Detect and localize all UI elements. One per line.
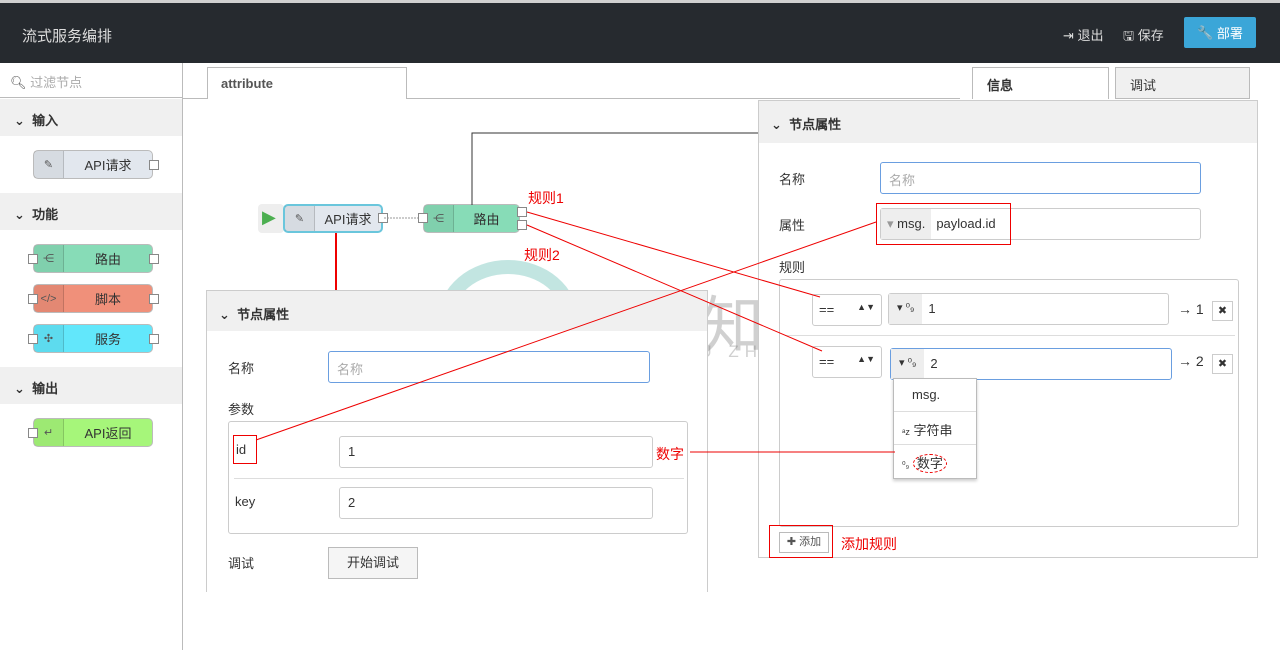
category-label: 输出 (32, 381, 59, 396)
app-title: 流式服务编排 (22, 28, 113, 45)
code-icon: </> (34, 285, 64, 312)
annotation-rule1: 规则1 (528, 190, 564, 206)
panel-title: 节点属性 (789, 117, 842, 132)
wrench-icon: 🔧 (1197, 24, 1214, 40)
dropdown-option-string[interactable]: ᵃz 字符串 (894, 412, 976, 445)
tab-attribute[interactable]: attribute (207, 67, 407, 99)
node-label: 路由 (94, 252, 121, 267)
rule-value-input[interactable]: ▾ ⁰₉ 1 (888, 293, 1169, 325)
annotation-rule2: 规则2 (524, 247, 560, 263)
panel-header[interactable]: ⌄ 节点属性 (207, 291, 707, 331)
palette-node-script[interactable]: </> 脚本 (33, 284, 153, 313)
node-label: 服务 (94, 332, 121, 347)
type-dropdown: msg. ᵃz 字符串 ⁰₉ 数字 (893, 378, 977, 479)
tab-info[interactable]: 信息 (972, 67, 1109, 99)
palette-node-service[interactable]: ✣ 服务 (33, 324, 153, 353)
right-properties-panel: ⌄ 节点属性 名称 名称 属性 ▾ msg. payload.id 规则 == ▲▼… (758, 100, 1258, 558)
param-key: key (235, 494, 256, 509)
tab-debug[interactable]: 调试 (1115, 67, 1250, 99)
dropdown-option-number[interactable]: ⁰₉ 数字 (894, 445, 976, 478)
operator-select[interactable]: == ▲▼ (812, 294, 882, 326)
category-output[interactable]: ⌄ 输出 (0, 367, 182, 404)
node-label: 脚本 (94, 292, 121, 307)
input-port[interactable] (28, 294, 38, 304)
category-function[interactable]: ⌄ 功能 (0, 193, 182, 230)
name-label: 名称 (228, 361, 255, 376)
add-rule-button[interactable]: ✚ 添加 (779, 532, 829, 553)
share-icon: ⋲ (424, 205, 454, 232)
output-port-1[interactable] (517, 207, 527, 217)
debug-label: 调试 (228, 556, 255, 571)
input-port[interactable] (28, 254, 38, 264)
logout-label: 退出 (1077, 28, 1104, 43)
rules-label: 规则 (779, 260, 806, 275)
rule-value-input[interactable]: ▾ ⁰₉ 2 (890, 348, 1172, 380)
left-properties-panel: ⌄ 节点属性 名称 名称 参数 id 1 key 2 调试 开始调试 (206, 290, 708, 592)
name-input[interactable]: 名称 (328, 351, 650, 383)
flow-node-router[interactable]: ⋲ 路由 (423, 204, 520, 233)
category-input[interactable]: ⌄ 输入 (0, 99, 182, 136)
node-palette: 🔍︎ 过滤节点 ⌄ 输入 ✎ API请求 ⌄ 功能 ⋲ 路由 </> 脚本 ✣ 服务 ⌄… (0, 63, 183, 650)
category-label: 功能 (32, 207, 59, 222)
category-label: 输入 (32, 113, 59, 128)
params-label: 参数 (228, 402, 255, 417)
panel-header[interactable]: ⌄ 节点属性 (759, 101, 1257, 143)
deploy-label: 部署 (1216, 26, 1243, 41)
panel-title: 节点属性 (237, 307, 290, 322)
name-label: 名称 (779, 172, 806, 187)
output-port[interactable] (378, 213, 388, 223)
palette-node-router[interactable]: ⋲ 路由 (33, 244, 153, 273)
param-key: id (233, 435, 257, 464)
return-icon: ↵ (34, 419, 64, 446)
save-button[interactable]: 🖫 保存 (1123, 25, 1164, 49)
flow-node-api-request[interactable]: ✎ API请求 (283, 204, 383, 233)
logout-button[interactable]: ⇥ 退出 (1063, 25, 1104, 44)
params-list: id 1 key 2 (228, 421, 688, 534)
search-icon: 🔍︎ (10, 75, 27, 90)
rules-list: == ▲▼ ▾ ⁰₉ 1 → 1 ✖ == ▲▼ ▾ ⁰₉ 2 → 2 ✖ msg. ᵃ… (779, 279, 1239, 527)
filter-placeholder: 过滤节点 (30, 75, 83, 90)
output-port[interactable] (149, 294, 159, 304)
header: 流式服务编排 ⇥ 退出 🖫 保存 🔧 部署 (0, 0, 1280, 63)
input-port[interactable] (28, 428, 38, 438)
node-label: API请求 (324, 212, 372, 227)
palette-node-api-return[interactable]: ↵ API返回 (33, 418, 153, 447)
param-value-input[interactable]: 2 (339, 487, 653, 519)
node-label: API请求 (84, 158, 132, 173)
output-port[interactable] (149, 254, 159, 264)
share-icon: ⋲ (34, 245, 64, 272)
edit-icon: ✎ (285, 206, 315, 231)
save-label: 保存 (1137, 28, 1164, 43)
name-placeholder: 名称 (889, 173, 916, 188)
rule-output: → 2 (1178, 353, 1204, 369)
dropdown-option-msg[interactable]: msg. (894, 379, 976, 412)
output-port[interactable] (149, 160, 159, 170)
deploy-button[interactable]: 🔧 部署 (1184, 17, 1256, 48)
param-value-input[interactable]: 1 (339, 436, 653, 468)
edit-icon: ✎ (34, 151, 64, 178)
inject-button[interactable]: ▶ (258, 204, 284, 233)
start-debug-button[interactable]: 开始调试 (328, 547, 418, 579)
property-label: 属性 (779, 218, 806, 233)
output-port-2[interactable] (517, 220, 527, 230)
node-label: API返回 (84, 426, 132, 441)
delete-rule-button[interactable]: ✖ (1212, 354, 1233, 374)
annotation-add-rule: 添加规则 (841, 536, 897, 552)
input-port[interactable] (418, 213, 428, 223)
delete-rule-button[interactable]: ✖ (1212, 301, 1233, 321)
service-icon: ✣ (34, 325, 64, 352)
name-input[interactable]: 名称 (880, 162, 1201, 194)
output-port[interactable] (149, 334, 159, 344)
rule-output: → 1 (1178, 301, 1204, 317)
filter-input[interactable]: 🔍︎ 过滤节点 (0, 63, 183, 98)
highlight-box (876, 203, 1011, 245)
annotation-number: 数字 (656, 446, 684, 462)
input-port[interactable] (28, 334, 38, 344)
node-label: 路由 (473, 212, 500, 227)
palette-node-api-request[interactable]: ✎ API请求 (33, 150, 153, 179)
operator-select[interactable]: == ▲▼ (812, 346, 882, 378)
